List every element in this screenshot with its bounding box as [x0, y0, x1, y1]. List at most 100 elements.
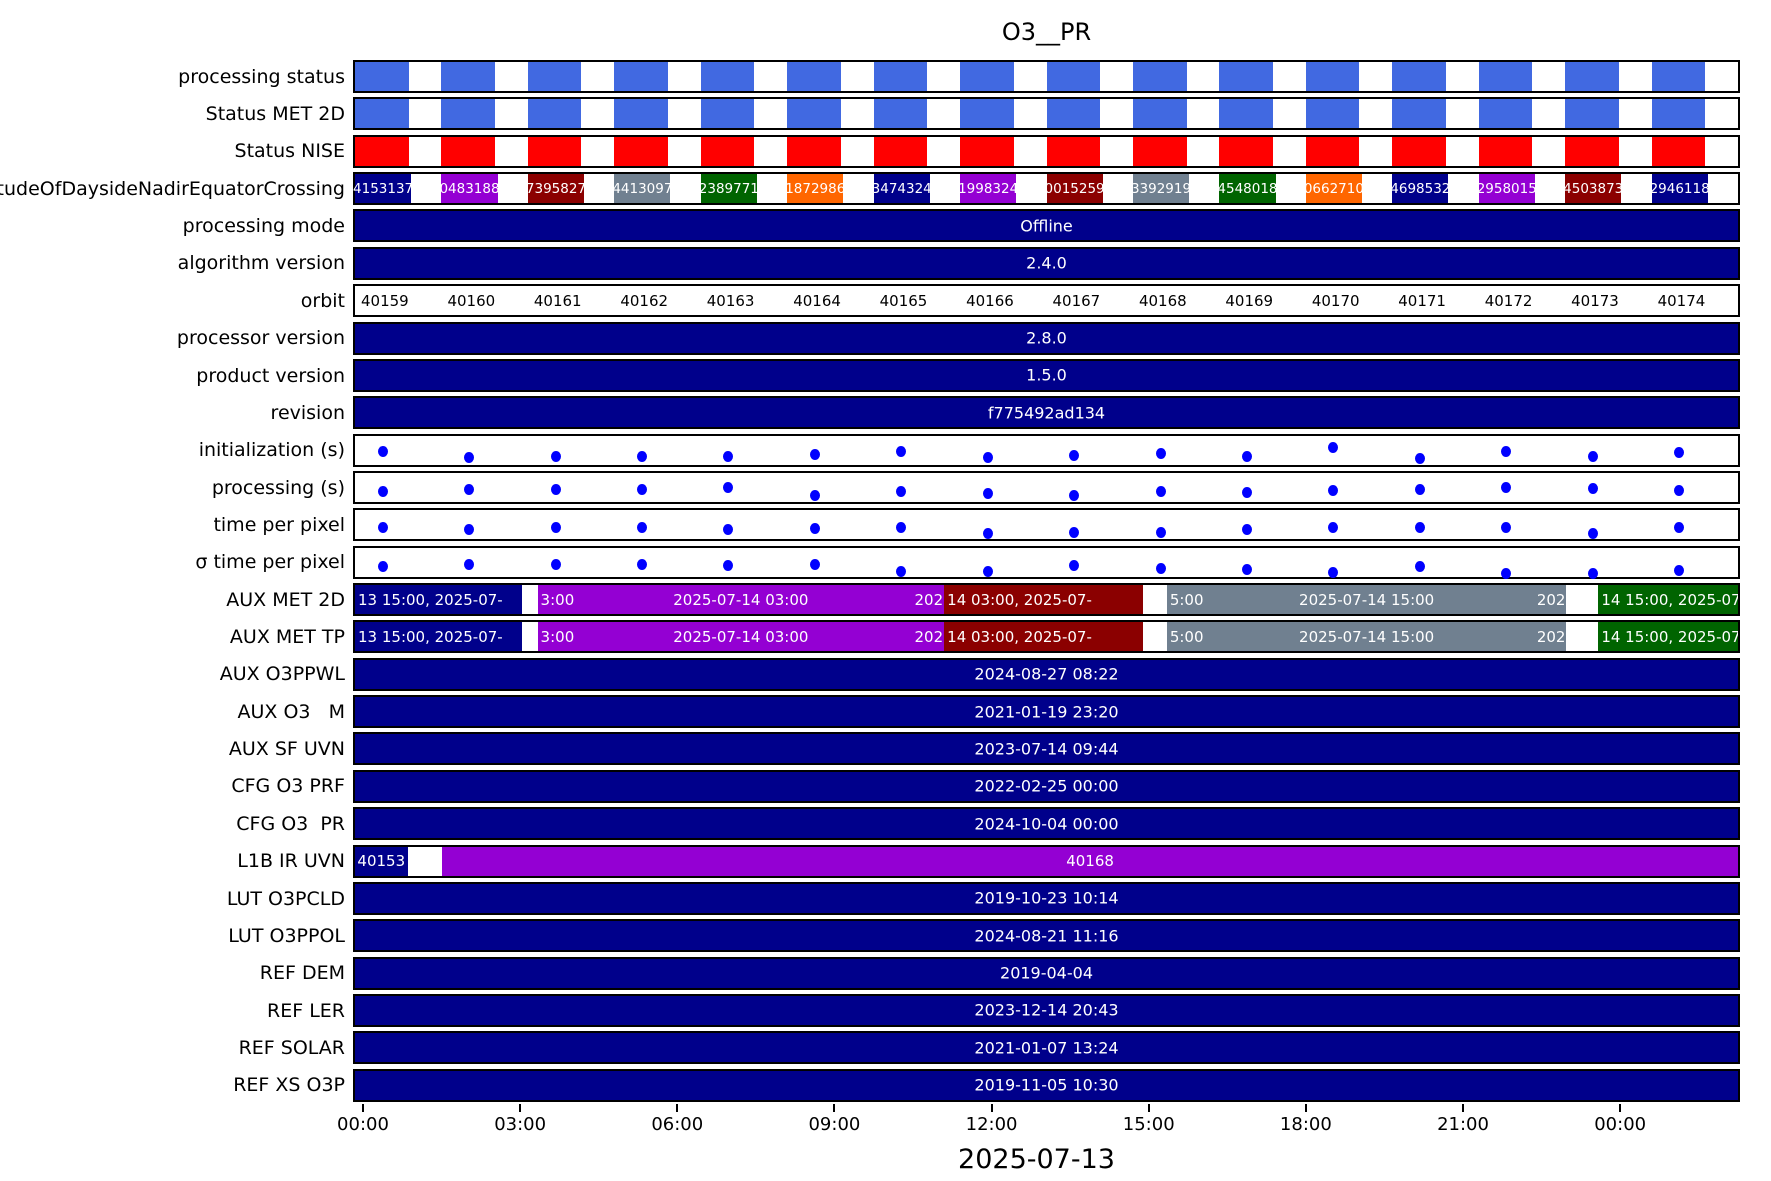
- status-bar: [700, 62, 755, 91]
- row-label: algorithm version: [177, 252, 345, 275]
- timing-dot: [1155, 563, 1166, 575]
- row-box: [353, 508, 1740, 542]
- segment-text-left: 13 15:00, 2025-07-: [358, 627, 503, 646]
- row-box: 2024-08-21 11:16: [353, 919, 1740, 953]
- status-bar: [873, 62, 928, 91]
- status-bar: [1565, 136, 1619, 166]
- segment-text-left: 14 03:00, 2025-07-: [947, 627, 1092, 646]
- row-label: AUX MET TP: [229, 626, 345, 649]
- timing-dot: [377, 485, 388, 497]
- row-box: 2022-02-25 00:00: [353, 769, 1740, 803]
- orbit-number: 40171: [1398, 291, 1446, 310]
- row-box: [353, 433, 1740, 467]
- row-label: initialization (s): [198, 439, 345, 462]
- row-box: f775492ad134: [353, 396, 1740, 430]
- status-bar: [873, 136, 928, 166]
- axis-tick-label: 00:00: [1594, 1114, 1647, 1135]
- timing-dot: [1155, 486, 1166, 498]
- time-segment: 40153: [355, 846, 408, 876]
- axis-tick-label: 21:00: [1437, 1114, 1489, 1135]
- timing-dot: [1414, 453, 1425, 465]
- timing-dot: [1242, 523, 1253, 535]
- status-bar: [1132, 62, 1187, 91]
- row-label: product version: [196, 364, 345, 387]
- longitude-value: 0662710: [1303, 180, 1364, 197]
- timing-dot: [464, 558, 475, 570]
- axis-tick-mark: [1462, 1104, 1465, 1112]
- axis-tick-label: 00:00: [337, 1114, 389, 1135]
- longitude-value: 0483188: [439, 180, 500, 197]
- row-label: AUX MET 2D: [226, 588, 345, 611]
- timing-dot: [636, 558, 647, 570]
- timing-dot: [1414, 484, 1425, 496]
- row-value: 2024-08-27 08:22: [974, 664, 1119, 684]
- axis-tick-mark: [361, 1104, 364, 1112]
- timing-dot: [1587, 568, 1598, 580]
- timing-dot: [1069, 559, 1080, 571]
- segment-text-center: 2025-07-14 03:00: [673, 590, 809, 609]
- orbit-number: 40172: [1484, 291, 1533, 310]
- row-box: 13 15:00, 2025-07- 3:00 2025-07-14 03:00 20…: [353, 583, 1740, 616]
- longitude-value: 4153137: [353, 180, 414, 197]
- time-segment: 3:00 2025-07-14 03:00 202: [537, 622, 945, 652]
- product-monitor-chart: O3__PR processing status Status MET 2D Sta…: [0, 0, 1771, 1181]
- segment-text-left: 3:00: [540, 590, 575, 609]
- row-value: 2023-12-14 20:43: [974, 1000, 1119, 1020]
- row-box: [353, 545, 1740, 580]
- row-box: 4153137 0483188 7395827 4413097 2389771 18729…: [353, 172, 1740, 206]
- status-bar: [614, 136, 668, 166]
- timing-dot: [464, 452, 475, 464]
- segment-text-left: 14 15:00, 2025-07-: [1601, 627, 1738, 646]
- timing-dot: [809, 522, 820, 534]
- timing-dot: [377, 445, 388, 457]
- axis-tick-mark: [519, 1104, 522, 1112]
- orbit-number: 40167: [1052, 291, 1101, 310]
- status-bar: [1046, 136, 1101, 166]
- orbit-number: 40159: [361, 291, 409, 310]
- segment-text-right: 202: [1536, 627, 1566, 646]
- timing-dot: [550, 483, 561, 495]
- status-bar: [1132, 99, 1187, 129]
- row-label: CFG O3 PR: [236, 812, 345, 835]
- row-value: 2019-11-05 10:30: [974, 1075, 1119, 1095]
- timing-dot: [1069, 450, 1080, 462]
- timing-dot: [809, 449, 820, 461]
- timing-dot: [896, 521, 907, 533]
- row-box: 2.8.0: [353, 321, 1740, 355]
- status-bar: [441, 99, 496, 129]
- x-axis-date-label: 2025-07-13: [958, 1144, 1115, 1175]
- row-box: 40159 40160 40161 40162 40163 40164 40165 40166…: [353, 284, 1740, 318]
- status-bar: [355, 136, 409, 166]
- timing-dot: [723, 451, 734, 462]
- row-value: 2024-08-21 11:16: [974, 926, 1119, 946]
- status-bar: [1046, 99, 1101, 129]
- row-value: 2019-04-04: [1000, 963, 1093, 983]
- row-box: 2019-10-23 10:14: [353, 881, 1740, 915]
- timing-dot: [550, 521, 561, 533]
- timing-dot: [377, 521, 388, 533]
- row-value: 1.5.0: [1026, 365, 1067, 385]
- status-bar: [960, 99, 1014, 129]
- timing-dot: [1328, 522, 1339, 534]
- row-box: 2023-07-14 09:44: [353, 732, 1740, 766]
- row-value: f775492ad134: [987, 403, 1106, 423]
- segment-text-left: 5:00: [1169, 590, 1204, 609]
- axis-tick-mark: [1619, 1104, 1622, 1112]
- row-label: orbit: [300, 289, 345, 312]
- row-box: [353, 134, 1740, 168]
- timing-dot: [896, 445, 907, 457]
- row-label: AUX O3PPWL: [219, 663, 345, 686]
- segment-text-right: 202: [914, 627, 944, 646]
- row-box: 2019-11-05 10:30: [353, 1068, 1740, 1102]
- row-box: 40153 40168: [353, 844, 1740, 878]
- status-bar: [960, 62, 1014, 91]
- segment-text-left: 3:00: [540, 627, 575, 646]
- timing-dot: [982, 451, 993, 463]
- status-bar: [1478, 62, 1533, 91]
- segment-text-left: 14 15:00, 2025-07-: [1601, 590, 1738, 609]
- status-bar: [1565, 99, 1619, 129]
- timing-dot: [982, 488, 993, 500]
- longitude-value: 4698532: [1390, 180, 1451, 197]
- row-value: 2024-10-04 00:00: [974, 814, 1119, 834]
- segment-text-left: 5:00: [1169, 627, 1204, 646]
